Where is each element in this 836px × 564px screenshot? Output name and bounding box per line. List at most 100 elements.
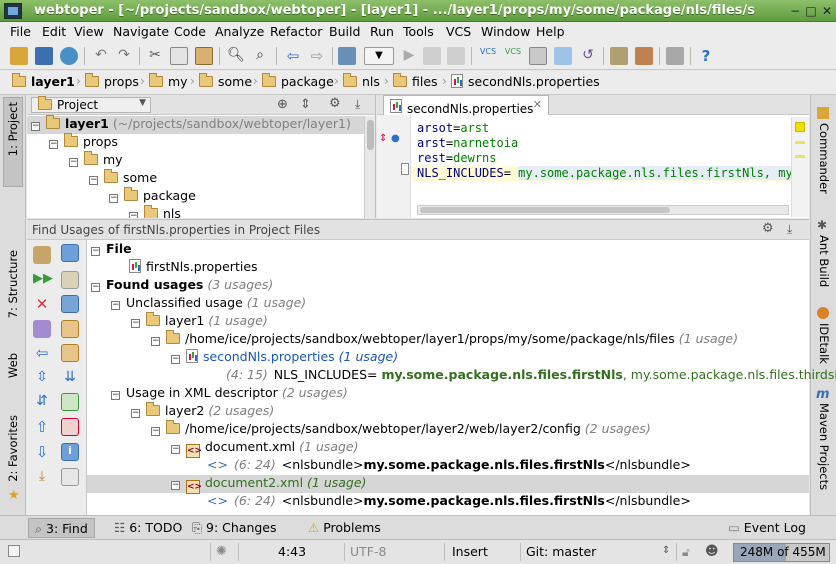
redo-icon[interactable]: ↷ [115,47,133,65]
tree-row[interactable]: firstNls.properties [129,259,258,277]
breadcrumb-my[interactable]: my [149,73,188,92]
export-icon[interactable] [61,418,79,436]
breadcrumb-secondnls[interactable]: secondNls.properties [451,74,600,92]
back-icon[interactable]: ⇦ [284,47,302,65]
code-line[interactable]: rest=dewrns [417,151,497,166]
tool-tab-todo[interactable]: ☷ 6: TODO [108,518,188,538]
export-to-file-icon[interactable]: ⤓ [33,468,51,486]
menu-window[interactable]: Window [481,24,530,39]
replace-icon[interactable]: ⌕ [251,47,269,65]
tool-tab-maven[interactable]: Maven Projects [817,403,831,490]
tree-row[interactable]: − File [91,241,132,259]
usage-row[interactable]: <> (6: 24) <nlsbundle>my.some.package.nls.… [207,493,691,511]
synchronize-icon[interactable] [60,47,78,65]
tree-row[interactable]: − some [89,169,157,188]
preview-usages-icon[interactable] [61,393,79,411]
code-line-current[interactable]: NLS_INCLUDES= my.some.package.nls.files.… [412,166,800,181]
close-window-button[interactable]: ✕ [820,4,834,18]
open-folder-icon[interactable] [10,47,28,65]
menu-navigate[interactable]: Navigate [113,24,169,39]
previous-usage-icon[interactable]: ⇧ [33,418,51,436]
forward-icon[interactable]: ⇨ [308,47,326,65]
implement-marker-icon[interactable]: ● [391,133,400,144]
title-bar[interactable]: webtoper - [~/projects/sandbox/webtoper]… [0,0,836,22]
save-all-icon[interactable] [35,47,53,65]
show-history-icon[interactable] [554,47,572,65]
menu-run[interactable]: Run [370,24,394,39]
menu-tools[interactable]: Tools [403,24,434,39]
copy-icon[interactable] [170,47,188,65]
vcs-lock-icon[interactable] [529,47,547,65]
tree-row[interactable]: − nls [129,205,181,218]
usage-row[interactable]: <> (6: 24) <nlsbundle>my.some.package.nls.… [207,457,691,475]
settings-wrench-icon[interactable] [610,47,628,65]
project-structure-icon[interactable] [635,47,653,65]
maximize-button[interactable]: □ [804,4,818,18]
tree-row[interactable]: −/home/ice/projects/sandbox/webtoper/lay… [151,420,651,439]
merge-duplicates-icon[interactable] [61,271,79,289]
cut-icon[interactable]: ✂ [146,47,164,65]
collapse-all-icon[interactable]: ⇵ [33,393,51,411]
vcs-commit-icon[interactable]: VCS [504,47,522,65]
breadcrumb-nls[interactable]: nls [343,73,380,92]
tool-tab-problems[interactable]: ⚠ Problems [302,518,387,538]
code-line[interactable]: arsot=arst [417,121,489,136]
group-by-package-icon[interactable] [61,320,79,338]
find-icon[interactable]: 🔍︎ [227,47,245,65]
help-icon[interactable]: ? [697,47,715,65]
menu-help[interactable]: Help [536,24,565,39]
previous-occurrence-icon[interactable]: ⇦ [33,344,51,362]
expand-all-icon[interactable]: ⇳ [33,369,51,387]
lock-icon[interactable]: 🔓︎ [682,545,690,560]
insert-mode[interactable]: Insert [452,544,488,559]
vcs-branch[interactable]: Git: master [526,544,596,559]
collapse-all-icon[interactable]: ⇕ [300,97,311,112]
pin-tab-icon[interactable] [33,320,51,338]
rerun-icon[interactable]: ▶▶ [33,271,53,289]
tree-row[interactable]: − <> document.xml (1 usage) [171,439,358,458]
info-icon[interactable]: i [61,443,79,461]
menu-build[interactable]: Build [329,24,360,39]
project-view-selector[interactable]: Project ▼ [31,96,151,113]
menu-vcs[interactable]: VCS [446,24,471,39]
file-encoding[interactable]: UTF-8 [350,544,386,559]
terminal-icon[interactable] [666,47,684,65]
project-scrollbar[interactable] [364,116,375,218]
menu-analyze[interactable]: Analyze [215,24,264,39]
inspector-icon[interactable]: ☻ [705,544,719,559]
caret-position[interactable]: 4:43 [278,544,306,559]
autoscroll-icon[interactable]: ⇊ [61,369,79,387]
tree-row[interactable]: − Found usages (3 usages) [91,277,273,295]
settings-icon[interactable] [33,246,51,264]
tree-row-selected[interactable]: − <> document2.xml (1 usage) [87,475,809,494]
tree-row[interactable]: − Unclassified usage (1 usage) [111,295,306,313]
revert-icon[interactable]: ↺ [579,47,597,65]
breadcrumb-files[interactable]: files [393,73,438,92]
paste-icon[interactable] [195,47,213,65]
tool-tab-changes[interactable]: ⎘ 9: Changes [186,518,283,538]
breadcrumb-some[interactable]: some [199,73,252,92]
editor-horizontal-scrollbar[interactable] [417,205,789,215]
hide-panel-icon[interactable]: ⤓ [355,97,360,112]
tree-row[interactable]: − layer2 (2 usages) [131,402,274,421]
menu-view[interactable]: View [74,24,104,39]
memory-indicator[interactable]: 248M of 455M [733,543,830,562]
tool-tab-commander[interactable]: Commander [817,123,831,194]
code-line[interactable]: arst=narnetoia [417,136,518,151]
tool-tab-find[interactable]: ⌕ 3: Find [28,518,95,538]
vcs-update-icon[interactable]: VCS [479,47,497,65]
toggle-tool-windows-icon[interactable] [8,545,20,557]
tool-tab-event-log[interactable]: ▭ Event Log [722,518,812,538]
close-tab-icon[interactable]: ✕ [533,98,542,111]
coverage-icon[interactable] [447,47,465,65]
run-config-dropdown[interactable]: ▼ [364,47,394,65]
fold-marker-icon[interactable] [401,163,409,175]
inspection-status-icon[interactable] [795,122,805,132]
filter-icon[interactable] [61,244,79,262]
undo-icon[interactable]: ↶ [92,47,110,65]
tab-secondnls[interactable]: secondNls.properties ✕ [383,95,549,116]
tree-row[interactable]: −/home/ice/projects/sandbox/webtoper/lay… [151,330,738,349]
editor-error-stripe[interactable] [791,117,809,217]
usage-row[interactable]: (4: 15) NLS_INCLUDES= my.some.package.nls… [226,367,836,385]
close-icon[interactable]: ✕ [33,295,51,313]
